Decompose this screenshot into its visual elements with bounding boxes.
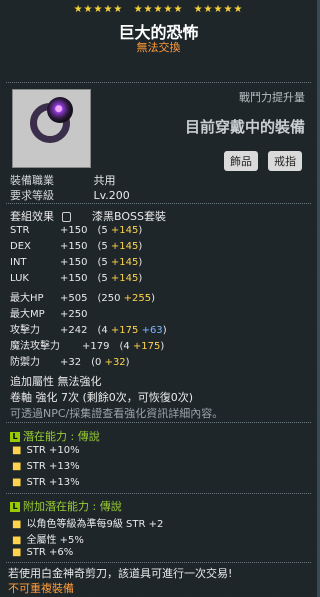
divider (6, 82, 311, 84)
item-icon-frame (12, 89, 91, 168)
additional-potential-title-row: L 附加潛在能力 : 傳說 (10, 498, 122, 514)
category-tag-accessory: 飾品 (224, 151, 258, 171)
currently-equipped-label: 目前穿戴中的裝備 (184, 118, 305, 136)
divider (6, 562, 311, 564)
potential-line: ■ STR +10% (12, 445, 80, 456)
level-row: 要求等級 Lv.200 (10, 187, 130, 203)
power-increase-label: 戰鬥力提升量 (239, 91, 305, 104)
star-group: ★★★★★ (193, 4, 244, 15)
potential-title: 潛在能力 : 傳說 (23, 430, 100, 443)
additional-potential-line: ■ STR +6% (12, 547, 74, 558)
potential-line: ■ STR +13% (12, 477, 80, 488)
additional-potential-line: ■ 以角色等級為準每9級 STR +2 (12, 519, 164, 530)
divider (6, 422, 311, 424)
npc-info-line: 可透過NPC/採集證查看強化資訊詳細內容。 (10, 407, 224, 420)
legendary-grade-icon: L (10, 432, 20, 442)
star-group: ★★★★★ (133, 4, 184, 15)
job-value: 共用 (93, 174, 116, 187)
item-tooltip: ★★★★★ ★★★★★ ★★★★★ 巨大的恐怖 無法交換 戰鬥力提升量 目前穿戴… (0, 0, 317, 597)
stat-row: 最大HP +505 (250 +255) (10, 293, 156, 304)
no-duplicate-equip-warning: 不可重複裝備 (8, 582, 74, 595)
level-value: Lv.200 (93, 189, 130, 202)
attribute-line: 追加屬性 無法強化 (10, 375, 102, 388)
set-row: 套組效果 漆黑BOSS套裝 (10, 208, 166, 224)
star-group: ★★★★★ (73, 4, 124, 15)
lock-icon (61, 212, 71, 222)
legendary-grade-icon: L (10, 502, 20, 512)
set-label: 套組效果 (10, 210, 54, 223)
level-label: 要求等級 (10, 189, 54, 202)
additional-potential-line: ■ 全屬性 +5% (12, 535, 84, 546)
job-label: 裝備職業 (10, 174, 54, 187)
divider (6, 203, 311, 205)
scroll-line: 卷軸 強化 7次 (剩餘0次，可恢復0次) (10, 391, 194, 404)
additional-potential-title: 附加潛在能力 : 傳說 (23, 500, 122, 513)
stat-row: LUK +150 (5 +145) (10, 273, 143, 284)
stat-row: 攻擊力 +242 (4 +175 +63) (10, 325, 167, 336)
potential-title-row: L 潛在能力 : 傳說 (10, 428, 100, 444)
divider (6, 493, 311, 495)
stat-row: 魔法攻擊力 +179 (4 +175) (10, 341, 165, 352)
potential-line: ■ STR +13% (12, 461, 80, 472)
job-row: 裝備職業 共用 (10, 172, 116, 188)
stat-row: STR +150 (5 +145) (10, 225, 143, 236)
set-value: 漆黑BOSS套裝 (92, 210, 166, 223)
star-force-row: ★★★★★ ★★★★★ ★★★★★ (0, 4, 317, 15)
stat-row: 最大MP +250 (10, 309, 88, 320)
scissors-note: 若使用白金神奇剪刀，該道具可進行一次交易! (8, 567, 233, 580)
stat-row: INT +150 (5 +145) (10, 257, 143, 268)
stat-row: DEX +150 (5 +145) (10, 241, 143, 252)
category-tag-ring: 戒指 (268, 151, 302, 171)
trade-status: 無法交換 (136, 41, 181, 54)
stat-row: 防禦力 +32 (0 +32) (10, 357, 130, 368)
